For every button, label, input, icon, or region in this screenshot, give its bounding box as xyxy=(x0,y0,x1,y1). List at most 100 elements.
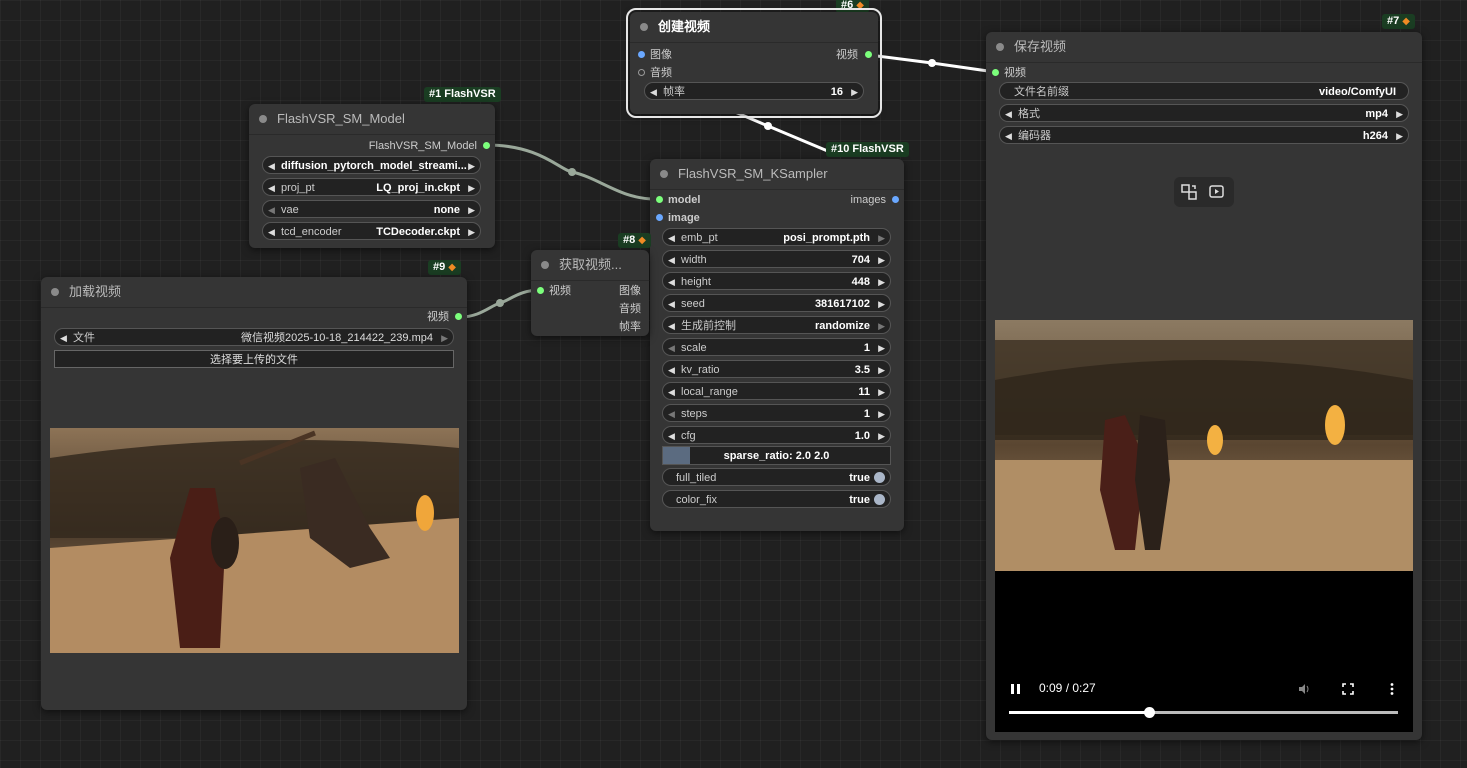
increment-arrow-icon[interactable]: ▶ xyxy=(878,361,885,379)
video-progress-thumb[interactable] xyxy=(1144,707,1156,718)
decrement-arrow-icon[interactable]: ◀ xyxy=(668,295,675,313)
input-slot-dot[interactable] xyxy=(638,69,645,76)
increment-arrow-icon[interactable]: ▶ xyxy=(878,405,885,423)
collapse-dot[interactable] xyxy=(640,23,648,31)
increment-arrow-icon[interactable]: ▶ xyxy=(851,83,858,101)
get-video-node[interactable]: 获取视频... 视频 图像 音频 帧率 xyxy=(531,250,649,336)
node-title-bar[interactable]: FlashVSR_SM_KSampler xyxy=(650,159,904,190)
flashvsr-model-node[interactable]: FlashVSR_SM_Model FlashVSR_SM_Model ◀ di… xyxy=(249,104,495,248)
increment-arrow-icon[interactable]: ▶ xyxy=(878,339,885,357)
node-title-bar[interactable]: 创建视频 xyxy=(630,12,878,43)
decrement-arrow-icon[interactable]: ◀ xyxy=(668,251,675,269)
kv-ratio-widget[interactable]: ◀ kv_ratio 3.5 ▶ xyxy=(662,360,891,378)
collapse-dot[interactable] xyxy=(259,115,267,123)
upload-file-button[interactable]: 选择要上传的文件 xyxy=(54,350,454,368)
preview-video-icon[interactable] xyxy=(1208,183,1226,201)
create-video-node[interactable]: 创建视频 图像 音频 视频 ◀ 帧率 16 ▶ xyxy=(626,8,882,118)
decrement-arrow-icon[interactable]: ◀ xyxy=(668,427,675,445)
vae-widget[interactable]: ◀ vae none ▶ xyxy=(262,200,481,218)
input-slot-dot[interactable] xyxy=(656,196,663,203)
flashvsr-ksampler-node[interactable]: FlashVSR_SM_KSampler model image images … xyxy=(650,159,904,531)
prev-arrow-icon[interactable]: ◀ xyxy=(1005,105,1012,123)
input-slot-dot[interactable] xyxy=(992,69,999,76)
filename-prefix-widget[interactable]: 文件名前缀 video/ComfyUI xyxy=(999,82,1409,100)
next-arrow-icon[interactable]: ▶ xyxy=(468,201,475,219)
decrement-arrow-icon[interactable]: ◀ xyxy=(650,83,657,101)
control-before-generate-widget[interactable]: ◀ 生成前控制 randomize ▶ xyxy=(662,316,891,334)
next-arrow-icon[interactable]: ▶ xyxy=(878,229,885,247)
increment-arrow-icon[interactable]: ▶ xyxy=(878,427,885,445)
full-tiled-toggle[interactable]: full_tiled true xyxy=(662,468,891,486)
decrement-arrow-icon[interactable]: ◀ xyxy=(668,361,675,379)
node-title-bar[interactable]: 获取视频... xyxy=(531,250,649,281)
node-title-bar[interactable]: 保存视频 xyxy=(986,32,1422,63)
decrement-arrow-icon[interactable]: ◀ xyxy=(668,383,675,401)
codec-widget[interactable]: ◀ 编码器 h264 ▶ xyxy=(999,126,1409,144)
decrement-arrow-icon[interactable]: ◀ xyxy=(668,339,675,357)
video-preview[interactable] xyxy=(50,428,459,653)
tcd-encoder-widget[interactable]: ◀ tcd_encoder TCDecoder.ckpt ▶ xyxy=(262,222,481,240)
seed-widget[interactable]: ◀ seed 381617102 ▶ xyxy=(662,294,891,312)
collapse-dot[interactable] xyxy=(996,43,1004,51)
output-slot-dot[interactable] xyxy=(483,142,490,149)
node-title-bar[interactable]: FlashVSR_SM_Model xyxy=(249,104,495,135)
steps-widget[interactable]: ◀ steps 1 ▶ xyxy=(662,404,891,422)
prev-arrow-icon[interactable]: ◀ xyxy=(668,317,675,335)
next-arrow-icon[interactable]: ▶ xyxy=(468,223,475,241)
proj-pt-widget[interactable]: ◀ proj_pt LQ_proj_in.ckpt ▶ xyxy=(262,178,481,196)
load-video-node[interactable]: 加载视频 视频 ◀ 文件 微信视频2025-10-18_214422_239.m… xyxy=(41,277,467,710)
color-fix-toggle[interactable]: color_fix true xyxy=(662,490,891,508)
prev-arrow-icon[interactable]: ◀ xyxy=(60,329,67,347)
prev-arrow-icon[interactable]: ◀ xyxy=(668,229,675,247)
height-widget[interactable]: ◀ height 448 ▶ xyxy=(662,272,891,290)
input-slot-dot[interactable] xyxy=(656,214,663,221)
next-arrow-icon[interactable]: ▶ xyxy=(1396,127,1403,145)
width-widget[interactable]: ◀ width 704 ▶ xyxy=(662,250,891,268)
format-widget[interactable]: ◀ 格式 mp4 ▶ xyxy=(999,104,1409,122)
swap-icon[interactable] xyxy=(1180,183,1198,201)
toggle-knob[interactable] xyxy=(874,494,885,505)
local-range-widget[interactable]: ◀ local_range 11 ▶ xyxy=(662,382,891,400)
prev-arrow-icon[interactable]: ◀ xyxy=(268,179,275,197)
toggle-knob[interactable] xyxy=(874,472,885,483)
output-slot-dot[interactable] xyxy=(455,313,462,320)
fullscreen-icon[interactable] xyxy=(1341,682,1355,696)
pause-icon[interactable] xyxy=(1009,682,1023,696)
prev-arrow-icon[interactable]: ◀ xyxy=(268,223,275,241)
more-options-icon[interactable] xyxy=(1385,682,1399,696)
emb-pt-widget[interactable]: ◀ emb_pt posi_prompt.pth ▶ xyxy=(662,228,891,246)
node-title-bar[interactable]: 加载视频 xyxy=(41,277,467,308)
cfg-widget[interactable]: ◀ cfg 1.0 ▶ xyxy=(662,426,891,444)
next-arrow-icon[interactable]: ▶ xyxy=(878,317,885,335)
sparse-ratio-slider[interactable]: sparse_ratio: 2.0 2.0 xyxy=(662,446,891,465)
next-arrow-icon[interactable]: ▶ xyxy=(468,179,475,197)
volume-icon[interactable] xyxy=(1297,682,1311,696)
diffusion-model-widget[interactable]: ◀ diffusion_pytorch_model_streami... ▶ xyxy=(262,156,481,174)
decrement-arrow-icon[interactable]: ◀ xyxy=(668,405,675,423)
prev-arrow-icon[interactable]: ◀ xyxy=(1005,127,1012,145)
next-arrow-icon[interactable]: ▶ xyxy=(1396,105,1403,123)
next-arrow-icon[interactable]: ▶ xyxy=(441,329,448,347)
badge-text: #6 xyxy=(841,0,854,11)
prev-arrow-icon[interactable]: ◀ xyxy=(268,201,275,219)
next-arrow-icon[interactable]: ▶ xyxy=(468,157,475,175)
increment-arrow-icon[interactable]: ▶ xyxy=(878,251,885,269)
output-slot-dot[interactable] xyxy=(865,51,872,58)
input-slot-dot[interactable] xyxy=(537,287,544,294)
increment-arrow-icon[interactable]: ▶ xyxy=(878,273,885,291)
increment-arrow-icon[interactable]: ▶ xyxy=(878,295,885,313)
increment-arrow-icon[interactable]: ▶ xyxy=(878,383,885,401)
file-select-widget[interactable]: ◀ 文件 微信视频2025-10-18_214422_239.mp4 ▶ xyxy=(54,328,454,346)
collapse-dot[interactable] xyxy=(51,288,59,296)
input-slot-dot[interactable] xyxy=(638,51,645,58)
output-slot-dot[interactable] xyxy=(892,196,899,203)
decrement-arrow-icon[interactable]: ◀ xyxy=(668,273,675,291)
collapse-dot[interactable] xyxy=(660,170,668,178)
save-video-node[interactable]: 保存视频 视频 文件名前缀 video/ComfyUI ◀ 格式 mp4 ▶ ◀… xyxy=(986,32,1422,740)
fps-widget[interactable]: ◀ 帧率 16 ▶ xyxy=(644,82,864,100)
prev-arrow-icon[interactable]: ◀ xyxy=(268,157,275,175)
scale-widget[interactable]: ◀ scale 1 ▶ xyxy=(662,338,891,356)
collapse-dot[interactable] xyxy=(541,261,549,269)
video-progress-track[interactable] xyxy=(1009,707,1398,718)
video-preview[interactable]: 0:09 / 0:27 xyxy=(995,320,1413,732)
